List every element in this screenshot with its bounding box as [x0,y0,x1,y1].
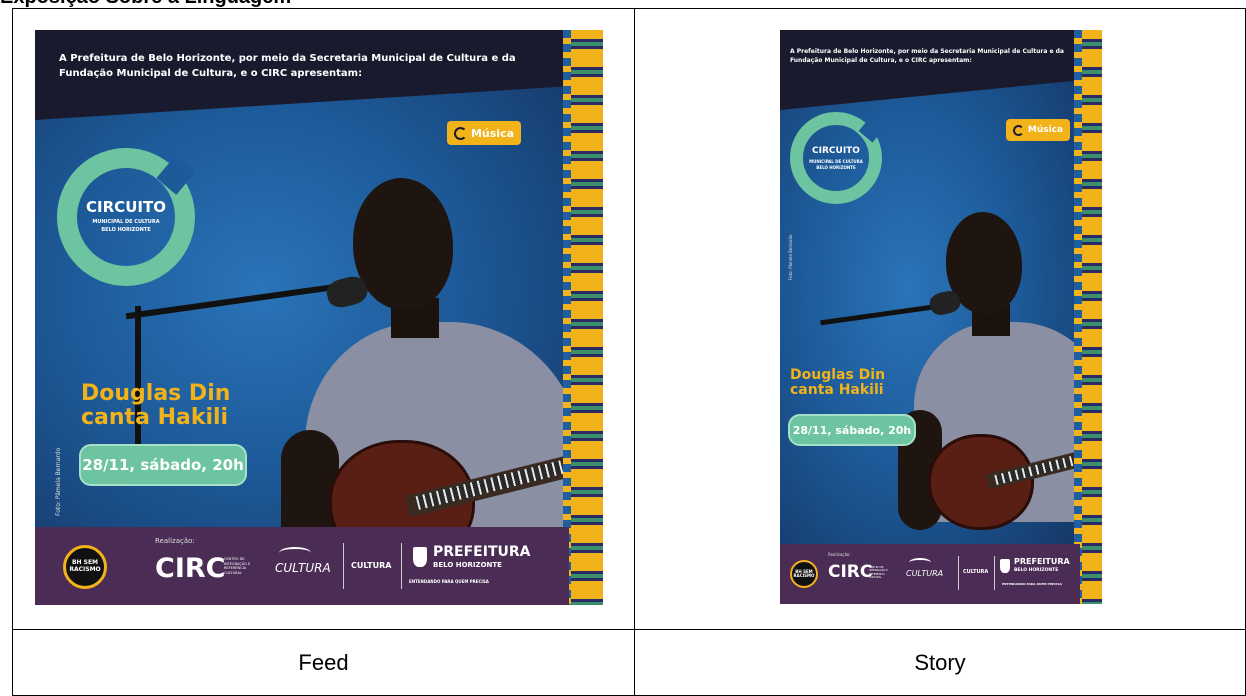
feed-label: Feed [298,649,349,675]
music-tag-label: Música [470,126,515,140]
circ-subtitle: CENTRO DE INTEGRAÇÃO E REFERÊNCIA CULTUR… [224,557,251,575]
circuito-subtitle: MUNICIPAL DE CULTURA BELO HORIZONTE [92,219,160,233]
music-tag: Música [447,121,521,145]
realizacao-label: Realização: [827,552,851,557]
performer-name-line1: Douglas Din [81,381,231,406]
circuito-subtitle: MUNICIPAL DE CULTURA BELO HORIZONTE [809,159,863,170]
fmc-logo: CULTURA [275,561,331,575]
feed-label-cell: Feed [12,629,635,696]
african-pattern-border [563,30,603,605]
cultura-logo: CULTURA [962,569,989,575]
footer-divider [401,543,402,589]
prefeitura-slogan: ENTENDANDO PARA QUEM PRECISA [409,579,489,584]
poster-footer: BH SEM RACISMO Realização: CIRC CENTRO D… [35,527,569,605]
realizacao-label: Realização: [155,537,195,545]
african-pattern-border [1073,30,1102,604]
circuito-title: CIRCUITO [812,146,860,156]
prefeitura-logo: PREFEITURA [433,544,531,560]
performer-name-line2: canta Hakili [789,382,884,399]
poster-credits: A Prefeitura de Belo Horizonte, por meio… [59,53,516,79]
footer-divider [957,556,959,590]
comparison-table: A Prefeitura de Belo Horizonte, por meio… [12,8,1246,696]
cultura-logo: CULTURA [351,561,392,570]
story-cell: A Prefeitura de Belo Horizonte, por meio… [633,8,1246,630]
bh-sem-racismo-badge: BH SEM RACISMO [789,560,818,588]
footer-divider [993,556,995,590]
fmc-wave-icon [279,547,311,559]
photo-credit: Foto: Pâmela Bernardo [55,447,62,516]
poster-credits: A Prefeitura de Belo Horizonte, por meio… [789,48,1064,64]
story-label-cell: Story [633,629,1246,696]
poster-footer: BH SEM RACISMO Realização: CIRC CENTRO D… [779,544,1080,604]
prefeitura-logo: PREFEITURA [1013,557,1070,566]
event-date: 28/11, sábado, 20h [79,444,247,486]
music-tag: Música [1005,119,1070,141]
story-label: Story [914,649,966,675]
performer-name-line2: canta Hakili [81,404,229,430]
performer-name: Douglas Din canta Hakili [81,382,230,430]
music-tag-icon [1012,124,1024,136]
circuito-title: CIRCUITO [86,198,166,216]
circ-subtitle: CENTRO DE INTEGRAÇÃO E REFERÊNCIA CULTUR… [868,566,888,579]
event-date: 28/11, sábado, 20h [787,414,916,446]
bh-sem-racismo-badge: BH SEM RACISMO [63,545,107,589]
footer-divider [343,543,344,589]
prefeitura-shield-icon [999,559,1010,573]
belo-horizonte-label: BELO HORIZONTE [1013,568,1059,573]
music-tag-icon [453,126,467,140]
musician-head [353,178,453,310]
music-tag-label: Música [1027,125,1064,135]
fmc-logo: CULTURA [905,569,944,578]
fmc-wave-icon [908,558,931,567]
prefeitura-slogan: ENTENDANDO PARA QUEM PRECISA [1001,582,1062,586]
story-poster[interactable]: A Prefeitura de Belo Horizonte, por meio… [779,30,1102,604]
performer-name: Douglas Din canta Hakili [789,367,886,399]
feed-cell: A Prefeitura de Belo Horizonte, por meio… [12,8,635,630]
belo-horizonte-label: BELO HORIZONTE [433,561,502,569]
circ-logo: CIRC [827,562,873,582]
circ-logo: CIRC [155,553,226,584]
performer-name-line1: Douglas Din [789,367,886,383]
prefeitura-shield-icon [413,547,427,567]
feed-poster[interactable]: A Prefeitura de Belo Horizonte, por meio… [35,30,603,605]
photo-credit: Foto: Pâmela Bernardo [787,234,793,280]
